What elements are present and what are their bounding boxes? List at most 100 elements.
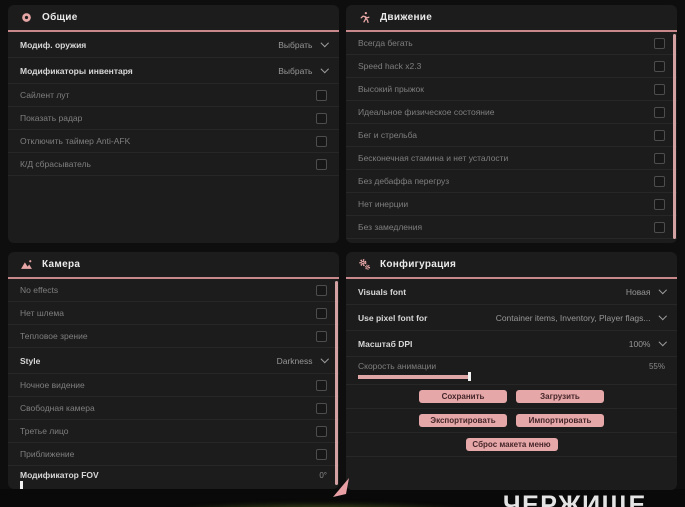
row-speed-hack: Speed hack x2.3: [346, 55, 677, 78]
chevron-down-icon: [658, 312, 667, 320]
panel-movement: Движение Всегда бегать Speed hack x2.3 В…: [346, 5, 677, 243]
game-scene-glow: [110, 498, 530, 507]
row-label: Style: [20, 355, 41, 366]
mouse-cursor-icon: [332, 477, 350, 504]
anti-afk-checkbox[interactable]: [316, 135, 327, 147]
fov-slider[interactable]: [20, 481, 160, 489]
cooldown-reset-checkbox[interactable]: [316, 158, 327, 170]
panel-title: Движение: [380, 12, 433, 23]
panel-camera-header[interactable]: Камера: [8, 252, 339, 277]
slider-fill: [358, 374, 468, 379]
panel-title: Общие: [42, 12, 78, 23]
export-button[interactable]: Экспортировать: [419, 414, 507, 427]
row-label: Свободная камера: [20, 403, 95, 413]
infinite-stamina-checkbox[interactable]: [654, 152, 665, 164]
panel-movement-header[interactable]: Движение: [346, 5, 677, 30]
pixel-font-dropdown[interactable]: Container items, Inventory, Player flags…: [496, 312, 667, 323]
row-label: Всегда бегать: [358, 38, 413, 48]
weapon-mods-dropdown[interactable]: Выбрать: [278, 39, 329, 50]
row-label: Сайлент лут: [20, 90, 70, 100]
row-label: Высокий прыжок: [358, 84, 424, 94]
fov-value: 0°: [319, 470, 327, 480]
no-effects-checkbox[interactable]: [316, 284, 327, 296]
chevron-down-icon: [658, 338, 667, 346]
dropdown-value: Darkness: [276, 355, 313, 366]
row-perfect-condition: Идеальное физическое состояние: [346, 101, 677, 124]
free-camera-checkbox[interactable]: [316, 402, 327, 414]
no-inertia-checkbox[interactable]: [654, 198, 665, 210]
chevron-down-icon: [658, 286, 667, 294]
row-label: Без замедления: [358, 222, 423, 232]
row-label: Идеальное физическое состояние: [358, 107, 495, 117]
row-label: Модификатор FOV: [20, 470, 99, 480]
dpi-scale-dropdown[interactable]: 100%: [628, 338, 667, 349]
slider-thumb[interactable]: [468, 372, 471, 381]
row-label: Visuals font: [358, 286, 407, 297]
row-label: Нет шлема: [20, 308, 64, 318]
dropdown-value: 100%: [628, 338, 651, 349]
row-no-effects: No effects: [8, 279, 339, 302]
row-label: Use pixel font for: [358, 312, 428, 323]
row-label: Модификаторы инвентаря: [20, 65, 133, 76]
row-night-vision: Ночное видение: [8, 374, 339, 397]
save-button[interactable]: Сохранить: [419, 390, 507, 403]
chevron-down-icon: [320, 39, 329, 47]
silent-loot-checkbox[interactable]: [316, 89, 327, 101]
row-cooldown-reset: К/Д сбрасыватель: [8, 153, 339, 176]
image-mountain-icon: [20, 258, 33, 271]
import-button[interactable]: Импортировать: [516, 414, 604, 427]
row-label: Speed hack x2.3: [358, 61, 422, 71]
show-radar-checkbox[interactable]: [316, 112, 327, 124]
inventory-mods-dropdown[interactable]: Выбрать: [278, 65, 329, 76]
row-no-helmet: Нет шлема: [8, 302, 339, 325]
thermal-vision-checkbox[interactable]: [316, 330, 327, 342]
row-no-inertia: Нет инерции: [346, 193, 677, 216]
animation-speed-slider[interactable]: [358, 372, 558, 381]
no-slowdown-checkbox[interactable]: [654, 221, 665, 233]
panel-camera: Камера No effects Нет шлема Тепловое зре…: [8, 252, 339, 489]
cheat-menu-overlay: ЧЕРЖИЩЕ Общие Модиф. оружия Выбрать Моди…: [0, 0, 685, 507]
run-and-shoot-checkbox[interactable]: [654, 129, 665, 141]
row-zoom: Приближение: [8, 443, 339, 466]
row-label: Модиф. оружия: [20, 39, 87, 50]
panel-title: Конфигурация: [380, 259, 457, 270]
row-no-slowdown: Без замедления: [346, 216, 677, 239]
panel-title: Камера: [42, 259, 81, 270]
third-person-checkbox[interactable]: [316, 425, 327, 437]
button-row-reset: Сброс макета меню: [346, 433, 677, 457]
row-run-and-shoot: Бег и стрельба: [346, 124, 677, 147]
speed-hack-checkbox[interactable]: [654, 60, 665, 72]
runner-icon: [358, 11, 371, 24]
row-label: Отключить таймер Anti-AFK: [20, 136, 131, 146]
row-label: Без дебаффа перегруз: [358, 176, 450, 186]
slider-thumb[interactable]: [20, 481, 23, 489]
panel-config: Конфигурация Visuals font Новая Use pixe…: [346, 252, 677, 490]
load-button[interactable]: Загрузить: [516, 390, 604, 403]
camera-scrollbar[interactable]: [335, 281, 338, 485]
row-label: К/Д сбрасыватель: [20, 159, 91, 169]
row-style: Style Darkness: [8, 348, 339, 374]
always-run-checkbox[interactable]: [654, 37, 665, 49]
animation-speed-value: 55%: [648, 361, 665, 371]
row-infinite-stamina: Бесконечная стамина и нет усталости: [346, 147, 677, 170]
no-overload-debuff-checkbox[interactable]: [654, 175, 665, 187]
high-jump-checkbox[interactable]: [654, 83, 665, 95]
visuals-font-dropdown[interactable]: Новая: [625, 286, 667, 297]
no-helmet-checkbox[interactable]: [316, 307, 327, 319]
background-watermark-text: ЧЕРЖИЩЕ: [503, 491, 647, 507]
movement-scrollbar[interactable]: [673, 34, 676, 239]
row-label: Масштаб DPI: [358, 338, 413, 349]
panel-general-header[interactable]: Общие: [8, 5, 339, 30]
zoom-checkbox[interactable]: [316, 448, 327, 460]
style-dropdown[interactable]: Darkness: [276, 355, 329, 366]
perfect-condition-checkbox[interactable]: [654, 106, 665, 118]
dropdown-value: Новая: [625, 286, 651, 297]
row-inventory-mods: Модификаторы инвентаря Выбрать: [8, 58, 339, 84]
row-silent-loot: Сайлент лут: [8, 84, 339, 107]
panel-config-header[interactable]: Конфигурация: [346, 252, 677, 277]
row-label: Тепловое зрение: [20, 331, 88, 341]
gears-icon: [358, 258, 371, 271]
reset-menu-layout-button[interactable]: Сброс макета меню: [465, 438, 558, 451]
night-vision-checkbox[interactable]: [316, 379, 327, 391]
row-label: Нет инерции: [358, 199, 409, 209]
